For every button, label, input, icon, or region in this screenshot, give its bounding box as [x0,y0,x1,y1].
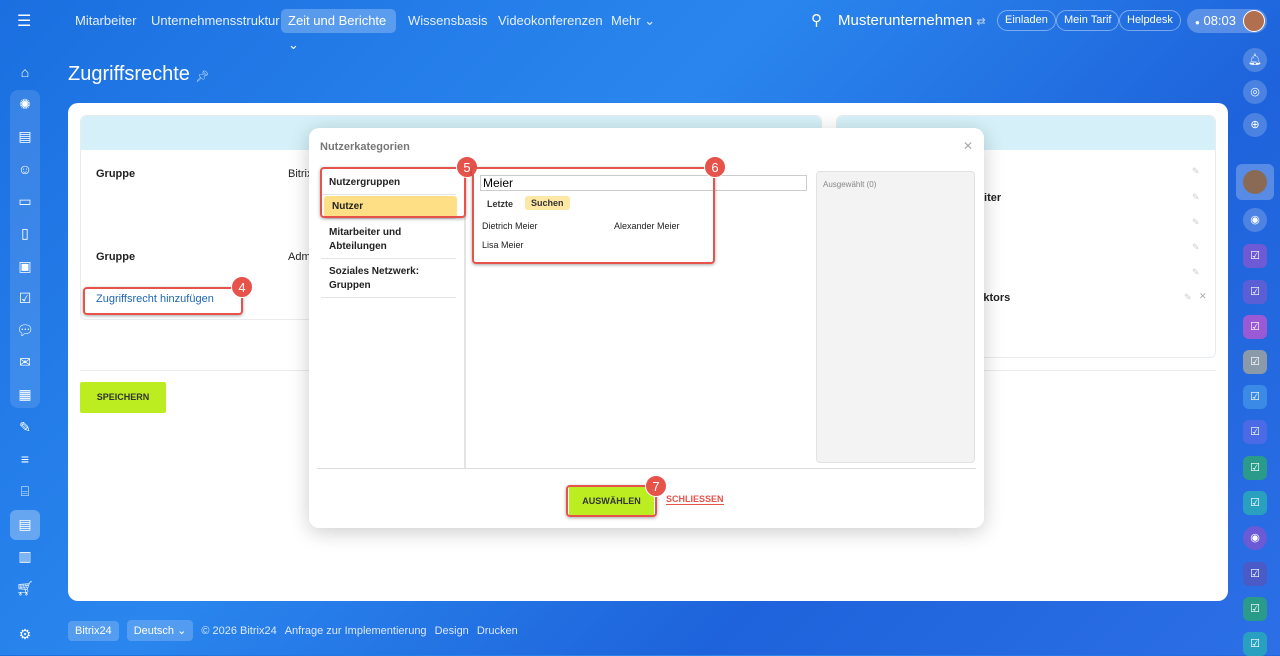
nav-label: Mehr [611,13,641,28]
selected-label: Ausgewählt (0) [823,180,877,189]
clock-icon: ● [1195,18,1200,27]
chat-icon[interactable]: 💬︎ [13,318,37,342]
nav-unternehmensstruktur[interactable]: Unternehmensstruktur [144,9,287,33]
search-icon[interactable]: ⚲ [811,11,822,29]
row-label: Gruppe [96,168,136,180]
task-chat-icon[interactable]: ☑ [1243,315,1267,339]
close-button[interactable]: SCHLIESSEN [666,494,724,505]
edit-icon[interactable]: ✎ [1184,292,1192,303]
row-label: Gruppe [96,251,136,263]
footer-link-print[interactable]: Drucken [477,625,518,637]
sign-icon[interactable]: ✎ [13,415,37,439]
task-chat-icon[interactable]: ☑ [1243,385,1267,409]
menu-icon[interactable]: ☰ [17,11,31,31]
settings-icon[interactable]: ⚙ [13,622,37,646]
clock-time: 08:03 [1203,13,1237,28]
invite-button[interactable]: Einladen [997,10,1056,31]
mail-icon[interactable]: ✉ [13,350,37,374]
divider [317,468,976,469]
page-title-text: Zugriffsrechte [68,63,190,85]
tasks-icon[interactable]: ☑ [13,286,37,310]
edit-icon[interactable]: ✎ [1192,242,1200,253]
board-icon[interactable]: ▣ [13,254,37,278]
docs-icon[interactable]: ▤ [13,124,37,148]
save-button[interactable]: SPEICHERN [80,382,166,413]
file-icon[interactable]: ▯ [13,221,37,245]
company-name[interactable]: Musterunternehmen ⇄ [838,12,986,29]
task-chat-icon[interactable]: ☑ [1243,244,1267,268]
annotation-badge: 7 [645,475,667,497]
language-label: Deutsch [133,625,175,637]
copilot-icon[interactable]: ◎ [1243,80,1267,104]
dialog-title: Nutzerkategorien [320,141,410,153]
chat-icon[interactable]: ◉ [1243,208,1267,232]
top-nav: ☰ Mitarbeiter Unternehmensstruktur Zeit … [0,0,1280,52]
selected-panel: Ausgewählt (0) [816,171,975,463]
avatar[interactable] [1243,10,1265,32]
drive-icon[interactable]: ▭ [13,189,37,213]
footer-link-implementation[interactable]: Anfrage zur Implementierung [285,625,427,637]
category-soziales-netzwerk[interactable]: Soziales Netzwerk: Gruppen [321,261,456,298]
tariff-button[interactable]: Mein Tarif [1056,10,1120,31]
task-chat-icon[interactable]: ☑ [1243,456,1267,480]
filter-icon[interactable]: ≡ [13,447,37,471]
task-chat-icon[interactable]: ☑ [1243,597,1267,621]
footer: Bitrix24 Deutsch ⌄ © 2026 Bitrix24 Anfra… [68,620,518,641]
nav-videokonferenzen[interactable]: Videokonferenzen [491,9,610,33]
bell-icon[interactable]: 🔔︎ [1243,48,1267,72]
settings-icon[interactable]: ⇄ [976,16,985,28]
company-label: Musterunternehmen [838,12,973,29]
annotation-badge: 6 [704,156,726,178]
cart-icon[interactable]: 🛒︎ [13,576,37,600]
close-icon[interactable]: ✕ [963,139,973,153]
helpdesk-button[interactable]: Helpdesk [1119,10,1181,31]
language-select[interactable]: Deutsch ⌄ [126,620,194,641]
page-title: Zugriffsrechte 📌︎ [68,63,209,86]
nav-zeit-und-berichte[interactable]: Zeit und Berichte ⌄ [281,9,396,52]
annotation-box-6 [472,167,715,264]
search-chat-icon[interactable]: ⊕ [1243,113,1267,137]
feed-icon[interactable]: ✺ [13,92,37,116]
brand-button[interactable]: Bitrix24 [68,620,119,641]
edit-icon[interactable]: ✎ [1192,267,1200,278]
task-chat-icon[interactable]: ☑ [1243,350,1267,374]
annotation-badge: 4 [231,276,253,298]
nav-wissensbasis[interactable]: Wissensbasis [401,9,494,33]
category-mitarbeiter[interactable]: Mitarbeiter und Abteilungen [321,222,456,259]
chat-icon[interactable]: ◉ [1243,526,1267,550]
nav-mehr[interactable]: Mehr ⌄ [604,9,662,33]
analytics-icon[interactable]: ▥ [13,544,37,568]
annotation-box-4 [83,287,243,315]
nav-mitarbeiter[interactable]: Mitarbeiter [68,9,143,33]
annotation-box-5 [320,167,466,218]
calendar-icon[interactable]: ▦ [13,382,37,406]
contact-avatar[interactable] [1243,170,1267,194]
crm-icon[interactable]: ▤ [13,512,37,536]
task-chat-icon[interactable]: ☑ [1243,562,1267,586]
annotation-box-7 [566,485,657,517]
delete-icon[interactable]: ✕ [1199,291,1207,302]
task-chat-icon[interactable]: ☑ [1243,632,1267,656]
home-icon[interactable]: ⌂ [13,60,37,84]
store-icon[interactable]: ⌸ [13,479,37,503]
copyright: © 2026 Bitrix24 [201,624,277,637]
row-value: Adm [288,251,311,263]
users-icon[interactable]: ☺ [13,157,37,181]
task-chat-icon[interactable]: ☑ [1243,420,1267,444]
edit-icon[interactable]: ✎ [1192,192,1200,203]
nav-label: Zeit und Berichte [288,13,387,28]
edit-icon[interactable]: ✎ [1192,217,1200,228]
footer-link-design[interactable]: Design [435,625,469,637]
pin-icon[interactable]: 📌︎ [195,71,209,83]
task-chat-icon[interactable]: ☑ [1243,280,1267,304]
task-chat-icon[interactable]: ☑ [1243,491,1267,515]
edit-icon[interactable]: ✎ [1192,166,1200,177]
